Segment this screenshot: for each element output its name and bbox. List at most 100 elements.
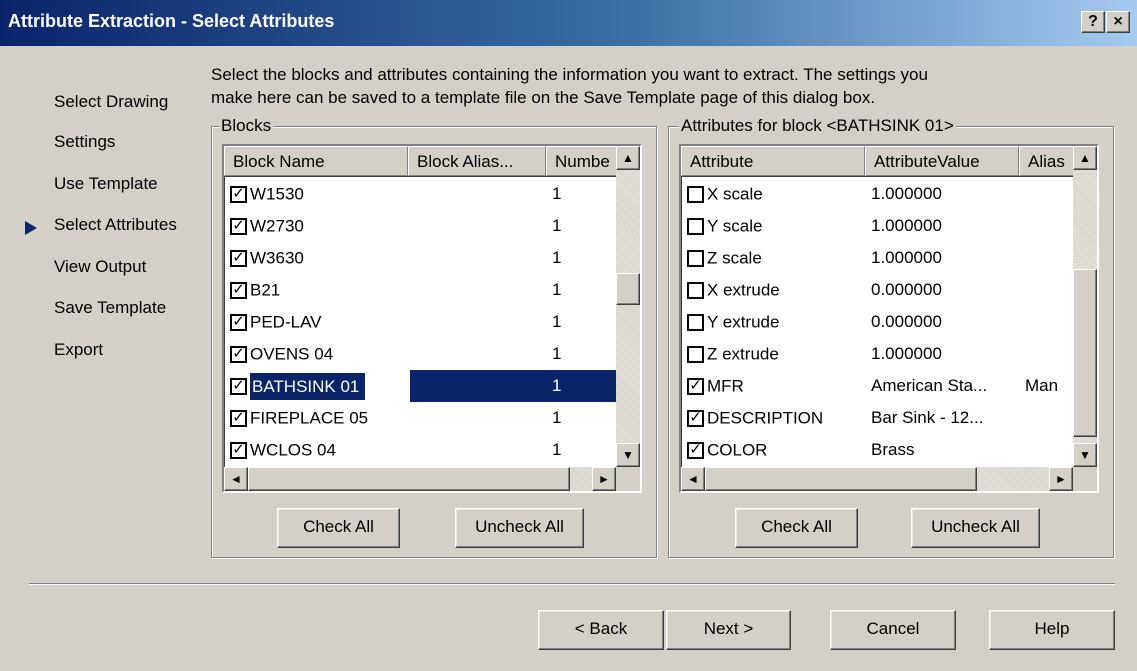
table-row[interactable]: ✓ DESCRIPTION Bar Sink - 12... — [681, 402, 1073, 434]
checked-checkbox-icon[interactable]: ✓ — [230, 282, 247, 300]
checked-checkbox-icon[interactable]: ✓ — [230, 250, 247, 268]
col-block-name[interactable]: Block Name — [224, 146, 408, 176]
table-row[interactable]: ✓ MFR American Sta... Man — [681, 370, 1073, 402]
blocks-check-all-button[interactable]: Check All — [277, 508, 400, 548]
table-row[interactable]: ✓ OVENS 04 1 — [224, 338, 616, 370]
value-cell: 1.000000 — [871, 248, 942, 267]
alias-cell — [410, 274, 548, 306]
checked-checkbox-icon[interactable]: ✓ — [230, 442, 247, 460]
unchecked-checkbox-icon[interactable] — [687, 218, 704, 236]
alias-cell — [1021, 274, 1073, 306]
attributes-hscroll-thumb[interactable] — [705, 467, 977, 491]
checked-checkbox-icon[interactable]: ✓ — [230, 218, 247, 236]
table-row[interactable]: Z scale 1.000000 — [681, 242, 1073, 274]
blocks-hscroll[interactable]: ◄ ► — [224, 467, 616, 491]
scroll-up-icon[interactable]: ▲ — [616, 146, 640, 170]
row-label: BATHSINK 01 — [250, 372, 366, 400]
attributes-list[interactable]: Attribute AttributeValue Alias X scale 1.… — [679, 144, 1099, 493]
table-row[interactable]: ✓ B21 1 — [224, 274, 616, 306]
attributes-hscroll[interactable]: ◄ ► — [681, 467, 1073, 491]
name-cell: Y extrude — [681, 306, 867, 338]
blocks-vscroll-thumb[interactable] — [616, 273, 640, 305]
name-cell: ✓ COLOR — [681, 434, 867, 466]
step-select-drawing[interactable]: Select Drawing — [54, 92, 168, 112]
close-button[interactable]: × — [1106, 11, 1130, 33]
table-row[interactable]: ✓ COLOR Brass — [681, 434, 1073, 466]
blocks-rows: ✓ W1530 1 ✓ W2730 1 ✓ W3630 1 ✓ B21 1 ✓ PED-LAV 1 ✓ OVEN… — [224, 178, 616, 466]
attributes-uncheck-all-button[interactable]: Uncheck All — [911, 508, 1040, 548]
number-cell: 1 — [552, 280, 562, 299]
scroll-down-icon[interactable]: ▼ — [1073, 443, 1097, 467]
number-cell: 1 — [552, 184, 562, 203]
table-row[interactable]: X extrude 0.000000 — [681, 274, 1073, 306]
attributes-check-all-button[interactable]: Check All — [735, 508, 858, 548]
checked-checkbox-icon[interactable]: ✓ — [230, 378, 247, 396]
scroll-left-icon[interactable]: ◄ — [681, 467, 705, 491]
scroll-down-icon[interactable]: ▼ — [616, 443, 640, 467]
step-settings[interactable]: Settings — [54, 132, 115, 152]
table-row[interactable]: ✓ FIREPLACE 05 1 — [224, 402, 616, 434]
next-button[interactable]: Next > — [666, 610, 791, 650]
blocks-uncheck-all-button[interactable]: Uncheck All — [455, 508, 584, 548]
table-row[interactable]: ✓ PED-LAV 1 — [224, 306, 616, 338]
unchecked-checkbox-icon[interactable] — [687, 250, 704, 268]
alias-cell — [410, 210, 548, 242]
col-block-alias[interactable]: Block Alias... — [408, 146, 546, 176]
scroll-right-icon[interactable]: ► — [592, 467, 616, 491]
table-row[interactable]: ✓ W2730 1 — [224, 210, 616, 242]
step-select-attributes[interactable]: Select Attributes — [54, 215, 177, 235]
blocks-vscroll[interactable]: ▲ ▼ — [616, 146, 640, 467]
table-row[interactable]: ✓ W3630 1 — [224, 242, 616, 274]
attributes-vscroll[interactable]: ▲ ▼ — [1073, 146, 1097, 467]
unchecked-checkbox-icon[interactable] — [687, 186, 704, 204]
col-attribute[interactable]: Attribute — [681, 146, 865, 176]
title-bar: Attribute Extraction - Select Attributes… — [0, 0, 1137, 46]
row-label: X extrude — [707, 280, 780, 300]
table-row[interactable]: ✓ WCLOS 04 1 — [224, 434, 616, 466]
cancel-button[interactable]: Cancel — [830, 610, 956, 650]
unchecked-checkbox-icon[interactable] — [687, 346, 704, 364]
checked-checkbox-icon[interactable]: ✓ — [687, 442, 704, 460]
table-row[interactable]: Y scale 1.000000 — [681, 210, 1073, 242]
attributes-group-label: Attributes for block <BATHSINK 01> — [679, 116, 956, 136]
step-save-template[interactable]: Save Template — [54, 298, 166, 318]
help-button[interactable]: Help — [989, 610, 1115, 650]
row-label: Y scale — [707, 216, 763, 236]
step-export[interactable]: Export — [54, 340, 103, 360]
table-row[interactable]: ✓ W1530 1 — [224, 178, 616, 210]
row-label: DESCRIPTION — [707, 408, 824, 428]
blocks-list[interactable]: Block Name Block Alias... Numbe ✓ W1530 1 ✓… — [222, 144, 642, 493]
row-label: FIREPLACE 05 — [250, 408, 369, 428]
step-view-output[interactable]: View Output — [54, 257, 146, 277]
table-row[interactable]: X scale 1.000000 — [681, 178, 1073, 210]
checked-checkbox-icon[interactable]: ✓ — [230, 346, 247, 364]
scroll-left-icon[interactable]: ◄ — [224, 467, 248, 491]
col-number[interactable]: Numbe — [546, 146, 620, 176]
unchecked-checkbox-icon[interactable] — [687, 282, 704, 300]
table-row[interactable]: ✓ BATHSINK 01 1 — [224, 370, 616, 402]
checked-checkbox-icon[interactable]: ✓ — [230, 186, 247, 204]
col-attribute-value[interactable]: AttributeValue — [865, 146, 1019, 176]
back-button[interactable]: < Back — [538, 610, 664, 650]
attributes-vscroll-thumb[interactable] — [1073, 269, 1097, 437]
col-alias[interactable]: Alias — [1019, 146, 1077, 176]
checked-checkbox-icon[interactable]: ✓ — [230, 314, 247, 332]
table-row[interactable]: Z extrude 1.000000 — [681, 338, 1073, 370]
alias-cell — [410, 370, 548, 402]
value-cell: Brass — [871, 440, 915, 459]
name-cell: X scale — [681, 178, 867, 210]
step-use-template[interactable]: Use Template — [54, 174, 158, 194]
help-title-button[interactable]: ? — [1081, 11, 1105, 33]
checked-checkbox-icon[interactable]: ✓ — [230, 410, 247, 428]
alias-cell — [1021, 210, 1073, 242]
checked-checkbox-icon[interactable]: ✓ — [687, 378, 704, 396]
scroll-corner — [1073, 467, 1097, 491]
scroll-up-icon[interactable]: ▲ — [1073, 146, 1097, 170]
table-row[interactable]: Y extrude 0.000000 — [681, 306, 1073, 338]
name-cell: Z scale — [681, 242, 867, 274]
checked-checkbox-icon[interactable]: ✓ — [687, 410, 704, 428]
unchecked-checkbox-icon[interactable] — [687, 314, 704, 332]
blocks-hscroll-thumb[interactable] — [248, 467, 570, 491]
value-cell: American Sta... — [871, 376, 988, 395]
scroll-right-icon[interactable]: ► — [1049, 467, 1073, 491]
